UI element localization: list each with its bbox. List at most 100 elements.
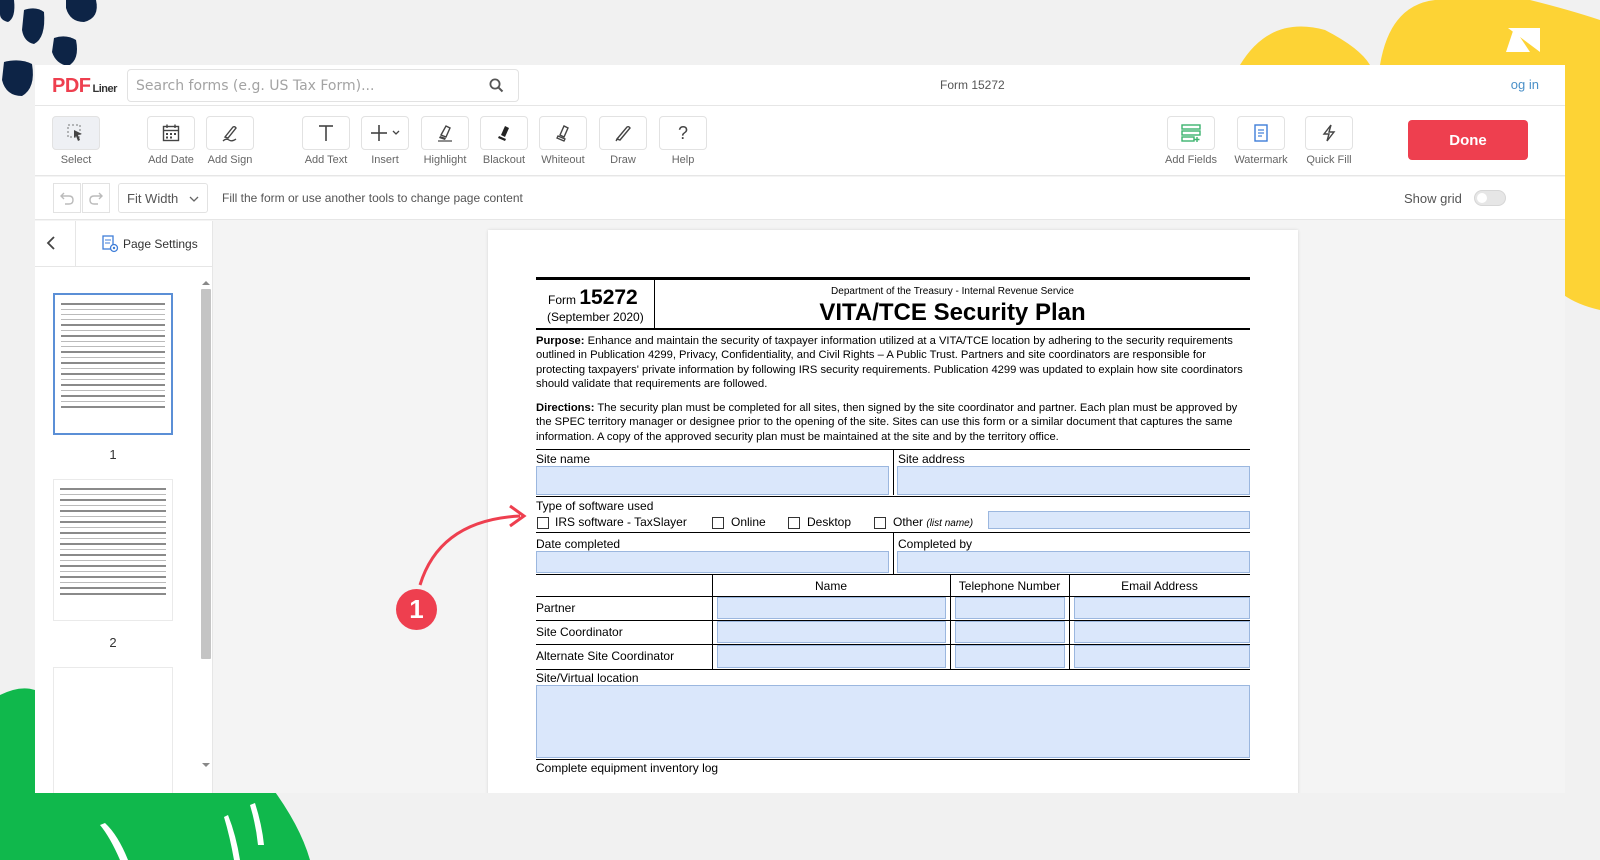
tool-add-sign[interactable]: Add Sign [200, 116, 260, 166]
coordinator-phone-field[interactable] [955, 621, 1065, 643]
coordinator-name-field[interactable] [717, 621, 946, 643]
scroll-down-icon[interactable] [201, 761, 211, 769]
undo-icon [60, 192, 74, 205]
calendar-icon [162, 124, 180, 142]
checkbox-other[interactable] [874, 517, 886, 529]
sidebar-scrollbar[interactable] [199, 279, 211, 779]
site-location-field[interactable] [536, 685, 1250, 758]
date-completed-field[interactable] [536, 551, 889, 573]
checkbox-desktop[interactable] [788, 517, 800, 529]
search-icon[interactable] [489, 78, 504, 93]
page-thumbnail-1[interactable] [53, 293, 173, 435]
tool-draw[interactable]: Draw [593, 116, 653, 166]
pdf-page: Form 15272 (September 2020) Department o… [488, 230, 1298, 793]
chevron-down-icon [189, 196, 199, 202]
tool-highlight[interactable]: Highlight [415, 116, 475, 166]
date-completed-label: Date completed [536, 537, 621, 551]
page-settings-icon [102, 235, 119, 253]
page-number-1: 1 [109, 447, 117, 462]
department-name: Department of the Treasury - Internal Re… [831, 286, 1074, 297]
secondary-toolbar: Fit Width Fill the form or use another t… [35, 177, 1565, 220]
highlighter-icon [438, 125, 452, 142]
tool-select[interactable]: Select [46, 116, 106, 166]
main-toolbar: Select Add Date Add Sign Add Text Insert… [35, 106, 1565, 176]
login-link[interactable]: og in [1511, 77, 1539, 92]
alt-coordinator-phone-field[interactable] [955, 645, 1065, 668]
divider-line [893, 449, 894, 495]
pdf-editor-app: PDFLiner Form 15272 og in Select Add Dat… [35, 65, 1565, 793]
page-settings-button[interactable]: Page Settings [101, 235, 198, 253]
checkbox-taxslayer[interactable] [537, 517, 549, 529]
annotation-arrow [418, 504, 527, 586]
scrollbar-thumb[interactable] [201, 289, 211, 659]
site-address-field[interactable] [897, 466, 1250, 495]
partner-phone-field[interactable] [955, 597, 1065, 619]
chevron-left-icon[interactable] [45, 235, 57, 251]
table-row-label: Site Coordinator [536, 625, 623, 639]
redo-button[interactable] [82, 183, 110, 213]
page-thumbnail-3[interactable] [53, 667, 173, 793]
pdfliner-logo[interactable]: PDF Liner [52, 75, 117, 98]
pencil-draw-icon [615, 125, 631, 142]
tool-add-fields[interactable]: Add Fields [1161, 116, 1221, 166]
divider-line [536, 574, 1250, 575]
page-thumbnail-2[interactable] [53, 479, 173, 621]
done-button[interactable]: Done [1408, 120, 1528, 160]
tool-blackout[interactable]: Blackout [474, 116, 534, 166]
pages-sidebar: Page Settings 1 2 [35, 221, 213, 793]
tool-quick-fill[interactable]: Quick Fill [1299, 116, 1359, 166]
sidebar-header: Page Settings [35, 221, 212, 267]
directions-paragraph: Directions: The security plan must be co… [536, 402, 1238, 443]
purpose-paragraph: Purpose: Enhance and maintain the securi… [536, 335, 1243, 390]
alt-coordinator-email-field[interactable] [1074, 645, 1250, 668]
partner-email-field[interactable] [1074, 597, 1250, 619]
other-option-label: Other (list name) [893, 515, 974, 529]
other-software-field[interactable] [988, 511, 1250, 529]
divider-line [536, 759, 1250, 760]
undo-button[interactable] [53, 183, 81, 213]
divider-line [536, 669, 1250, 670]
form-date: (September 2020) [547, 310, 644, 324]
coordinator-email-field[interactable] [1074, 621, 1250, 643]
tool-help[interactable]: ? Help [653, 116, 713, 166]
alt-coordinator-name-field[interactable] [717, 645, 946, 668]
table-row-label: Alternate Site Coordinator [536, 649, 675, 663]
software-label: Type of software used [536, 499, 654, 513]
site-name-field[interactable] [536, 466, 889, 495]
form-title: VITA/TCE Security Plan [819, 299, 1086, 326]
site-address-label: Site address [898, 452, 965, 466]
search-input[interactable] [136, 76, 466, 96]
completed-by-label: Completed by [898, 537, 973, 551]
tool-watermark[interactable]: Watermark [1231, 116, 1291, 166]
table-header-telephone: Telephone Number [958, 579, 1061, 593]
plus-dropdown-icon [371, 125, 400, 141]
table-header-email: Email Address [1121, 579, 1198, 593]
sidebar-divider [75, 221, 76, 267]
checkbox-online[interactable] [712, 517, 724, 529]
form-number: 15272 [579, 286, 638, 309]
marker-black-icon [498, 126, 509, 141]
eraser-icon [556, 125, 569, 142]
completed-by-field[interactable] [897, 551, 1250, 573]
desktop-option-label: Desktop [807, 515, 852, 529]
partner-name-field[interactable] [717, 597, 946, 619]
table-row-label: Partner [536, 601, 576, 615]
tool-insert[interactable]: Insert [355, 116, 415, 166]
editor-hint: Fill the form or use another tools to ch… [222, 191, 523, 205]
watermark-doc-icon [1254, 124, 1268, 142]
online-option-label: Online [731, 515, 766, 529]
tool-add-date[interactable]: Add Date [141, 116, 201, 166]
divider-line [893, 532, 894, 574]
document-title: Form 15272 [940, 78, 1005, 92]
text-t-icon [319, 125, 333, 141]
site-name-label: Site name [536, 452, 591, 466]
step-badge: 1 [396, 589, 437, 630]
lightning-icon [1322, 124, 1336, 142]
show-grid-toggle[interactable] [1474, 190, 1506, 206]
zoom-select[interactable]: Fit Width [118, 183, 208, 213]
tool-whiteout[interactable]: Whiteout [533, 116, 593, 166]
scroll-up-icon[interactable] [201, 279, 211, 287]
cursor-select-icon [67, 124, 82, 141]
tool-add-text[interactable]: Add Text [296, 116, 356, 166]
search-box [127, 69, 519, 102]
